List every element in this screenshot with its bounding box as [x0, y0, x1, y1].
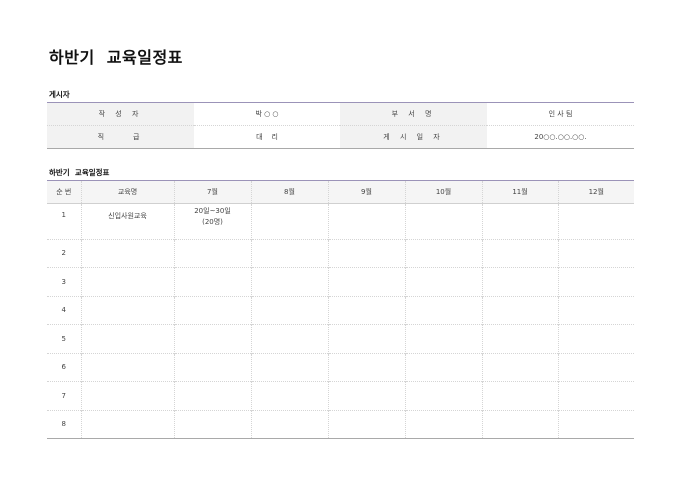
- cell-nov[interactable]: [481, 267, 558, 296]
- table-row: 5: [47, 324, 634, 353]
- course-name[interactable]: 신입사원교육: [80, 203, 174, 239]
- cell-jul[interactable]: [173, 409, 251, 439]
- cell-dec[interactable]: [557, 203, 634, 239]
- cell-nov[interactable]: [481, 238, 558, 268]
- cell-oct[interactable]: [404, 409, 482, 439]
- cell-dec[interactable]: [557, 409, 634, 439]
- table-row: 6: [47, 352, 634, 382]
- col-header-dec: 12월: [557, 180, 634, 204]
- row-number: 1: [61, 211, 66, 219]
- dept-label: 부 서 명: [340, 102, 487, 126]
- row-number: 5: [47, 324, 81, 353]
- cell-nov[interactable]: [481, 381, 558, 410]
- schedule-table: 순 번 교육명 7월 8월 9월 10월 11월 12월 1 신입사원교육 20…: [47, 180, 634, 439]
- header-row: 순 번 교육명 7월 8월 9월 10월 11월 12월: [47, 180, 634, 204]
- cell-aug[interactable]: [250, 295, 328, 325]
- cell-nov[interactable]: [481, 409, 558, 439]
- cell-oct[interactable]: [404, 352, 482, 382]
- cell-jul[interactable]: [173, 381, 251, 410]
- col-header-nov: 11월: [481, 180, 558, 204]
- cell-sep[interactable]: [327, 381, 405, 410]
- post-date-label: 게 시 일 자: [340, 125, 487, 149]
- cell-nov[interactable]: [481, 295, 558, 325]
- dept-value[interactable]: 인 사 팀: [487, 103, 634, 126]
- cell-aug[interactable]: [250, 324, 328, 353]
- position-label: 직 급: [47, 125, 194, 149]
- page-title: 하반기 교육일정표: [49, 48, 183, 67]
- course-name[interactable]: [80, 324, 174, 353]
- cell-sep[interactable]: [327, 324, 405, 353]
- info-row: 직 급 대 리 게 시 일 자 20○○.○○.○○.: [47, 125, 634, 149]
- cell-jul[interactable]: [173, 352, 251, 382]
- author-label: 작 성 자: [47, 102, 194, 126]
- section-label-poster: 게시자: [49, 90, 70, 99]
- col-header-jul: 7월: [173, 180, 251, 204]
- cell-sep[interactable]: [327, 295, 405, 325]
- course-name[interactable]: [80, 409, 174, 439]
- col-header-course: 교육명: [80, 180, 174, 204]
- cell-aug[interactable]: [250, 238, 328, 268]
- post-date-value[interactable]: 20○○.○○.○○.: [487, 125, 634, 149]
- cell-dec[interactable]: [557, 352, 634, 382]
- course-name[interactable]: [80, 352, 174, 382]
- row-number: 4: [47, 295, 81, 325]
- cell-aug[interactable]: [250, 381, 328, 410]
- cell-dec[interactable]: [557, 238, 634, 268]
- col-header-sep: 9월: [327, 180, 405, 204]
- cell-dec[interactable]: [557, 324, 634, 353]
- cell-jul-dates: 20일~30일: [194, 207, 231, 215]
- cell-oct[interactable]: [404, 381, 482, 410]
- cell-nov[interactable]: [481, 203, 558, 239]
- cell-aug[interactable]: [250, 267, 328, 296]
- author-value[interactable]: 박 ○ ○: [194, 103, 340, 126]
- cell-dec[interactable]: [557, 267, 634, 296]
- row-number: 8: [47, 409, 81, 439]
- cell-jul-count: (20명): [202, 218, 223, 226]
- cell-aug[interactable]: [250, 409, 328, 439]
- course-name[interactable]: [80, 267, 174, 296]
- cell-sep[interactable]: [327, 409, 405, 439]
- cell-aug[interactable]: [250, 203, 328, 239]
- cell-dec[interactable]: [557, 295, 634, 325]
- poster-info-table: 작 성 자 박 ○ ○ 부 서 명 인 사 팀 직 급 대 리 게 시 일 자 …: [47, 102, 634, 149]
- cell-sep[interactable]: [327, 203, 405, 239]
- position-value[interactable]: 대 리: [194, 125, 340, 149]
- course-name[interactable]: [80, 295, 174, 325]
- info-row: 작 성 자 박 ○ ○ 부 서 명 인 사 팀: [47, 102, 634, 126]
- cell-oct[interactable]: [404, 238, 482, 268]
- row-number: 3: [47, 267, 81, 296]
- row-number: 6: [47, 352, 81, 382]
- table-row: 3: [47, 267, 634, 296]
- row-number: 7: [47, 381, 81, 410]
- cell-nov[interactable]: [481, 352, 558, 382]
- cell-jul[interactable]: 20일~30일 (20명): [173, 203, 251, 239]
- cell-jul[interactable]: [173, 324, 251, 353]
- cell-dec[interactable]: [557, 381, 634, 410]
- cell-sep[interactable]: [327, 267, 405, 296]
- col-header-no: 순 번: [47, 180, 81, 204]
- cell-oct[interactable]: [404, 295, 482, 325]
- table-row: 7: [47, 381, 634, 410]
- table-row: 8: [47, 409, 634, 439]
- col-header-aug: 8월: [250, 180, 328, 204]
- cell-aug[interactable]: [250, 352, 328, 382]
- cell-oct[interactable]: [404, 324, 482, 353]
- cell-nov[interactable]: [481, 324, 558, 353]
- cell-oct[interactable]: [404, 203, 482, 239]
- cell-sep[interactable]: [327, 352, 405, 382]
- table-row: 4: [47, 295, 634, 325]
- cell-jul[interactable]: [173, 238, 251, 268]
- col-header-oct: 10월: [404, 180, 482, 204]
- course-name[interactable]: [80, 381, 174, 410]
- cell-jul[interactable]: [173, 295, 251, 325]
- cell-sep[interactable]: [327, 238, 405, 268]
- table-row: 1 신입사원교육 20일~30일 (20명): [47, 203, 634, 239]
- section-label-schedule: 하반기 교육일정표: [49, 168, 110, 177]
- row-number: 2: [47, 238, 81, 268]
- table-row: 2: [47, 238, 634, 268]
- cell-jul[interactable]: [173, 267, 251, 296]
- cell-oct[interactable]: [404, 267, 482, 296]
- course-name[interactable]: [80, 238, 174, 268]
